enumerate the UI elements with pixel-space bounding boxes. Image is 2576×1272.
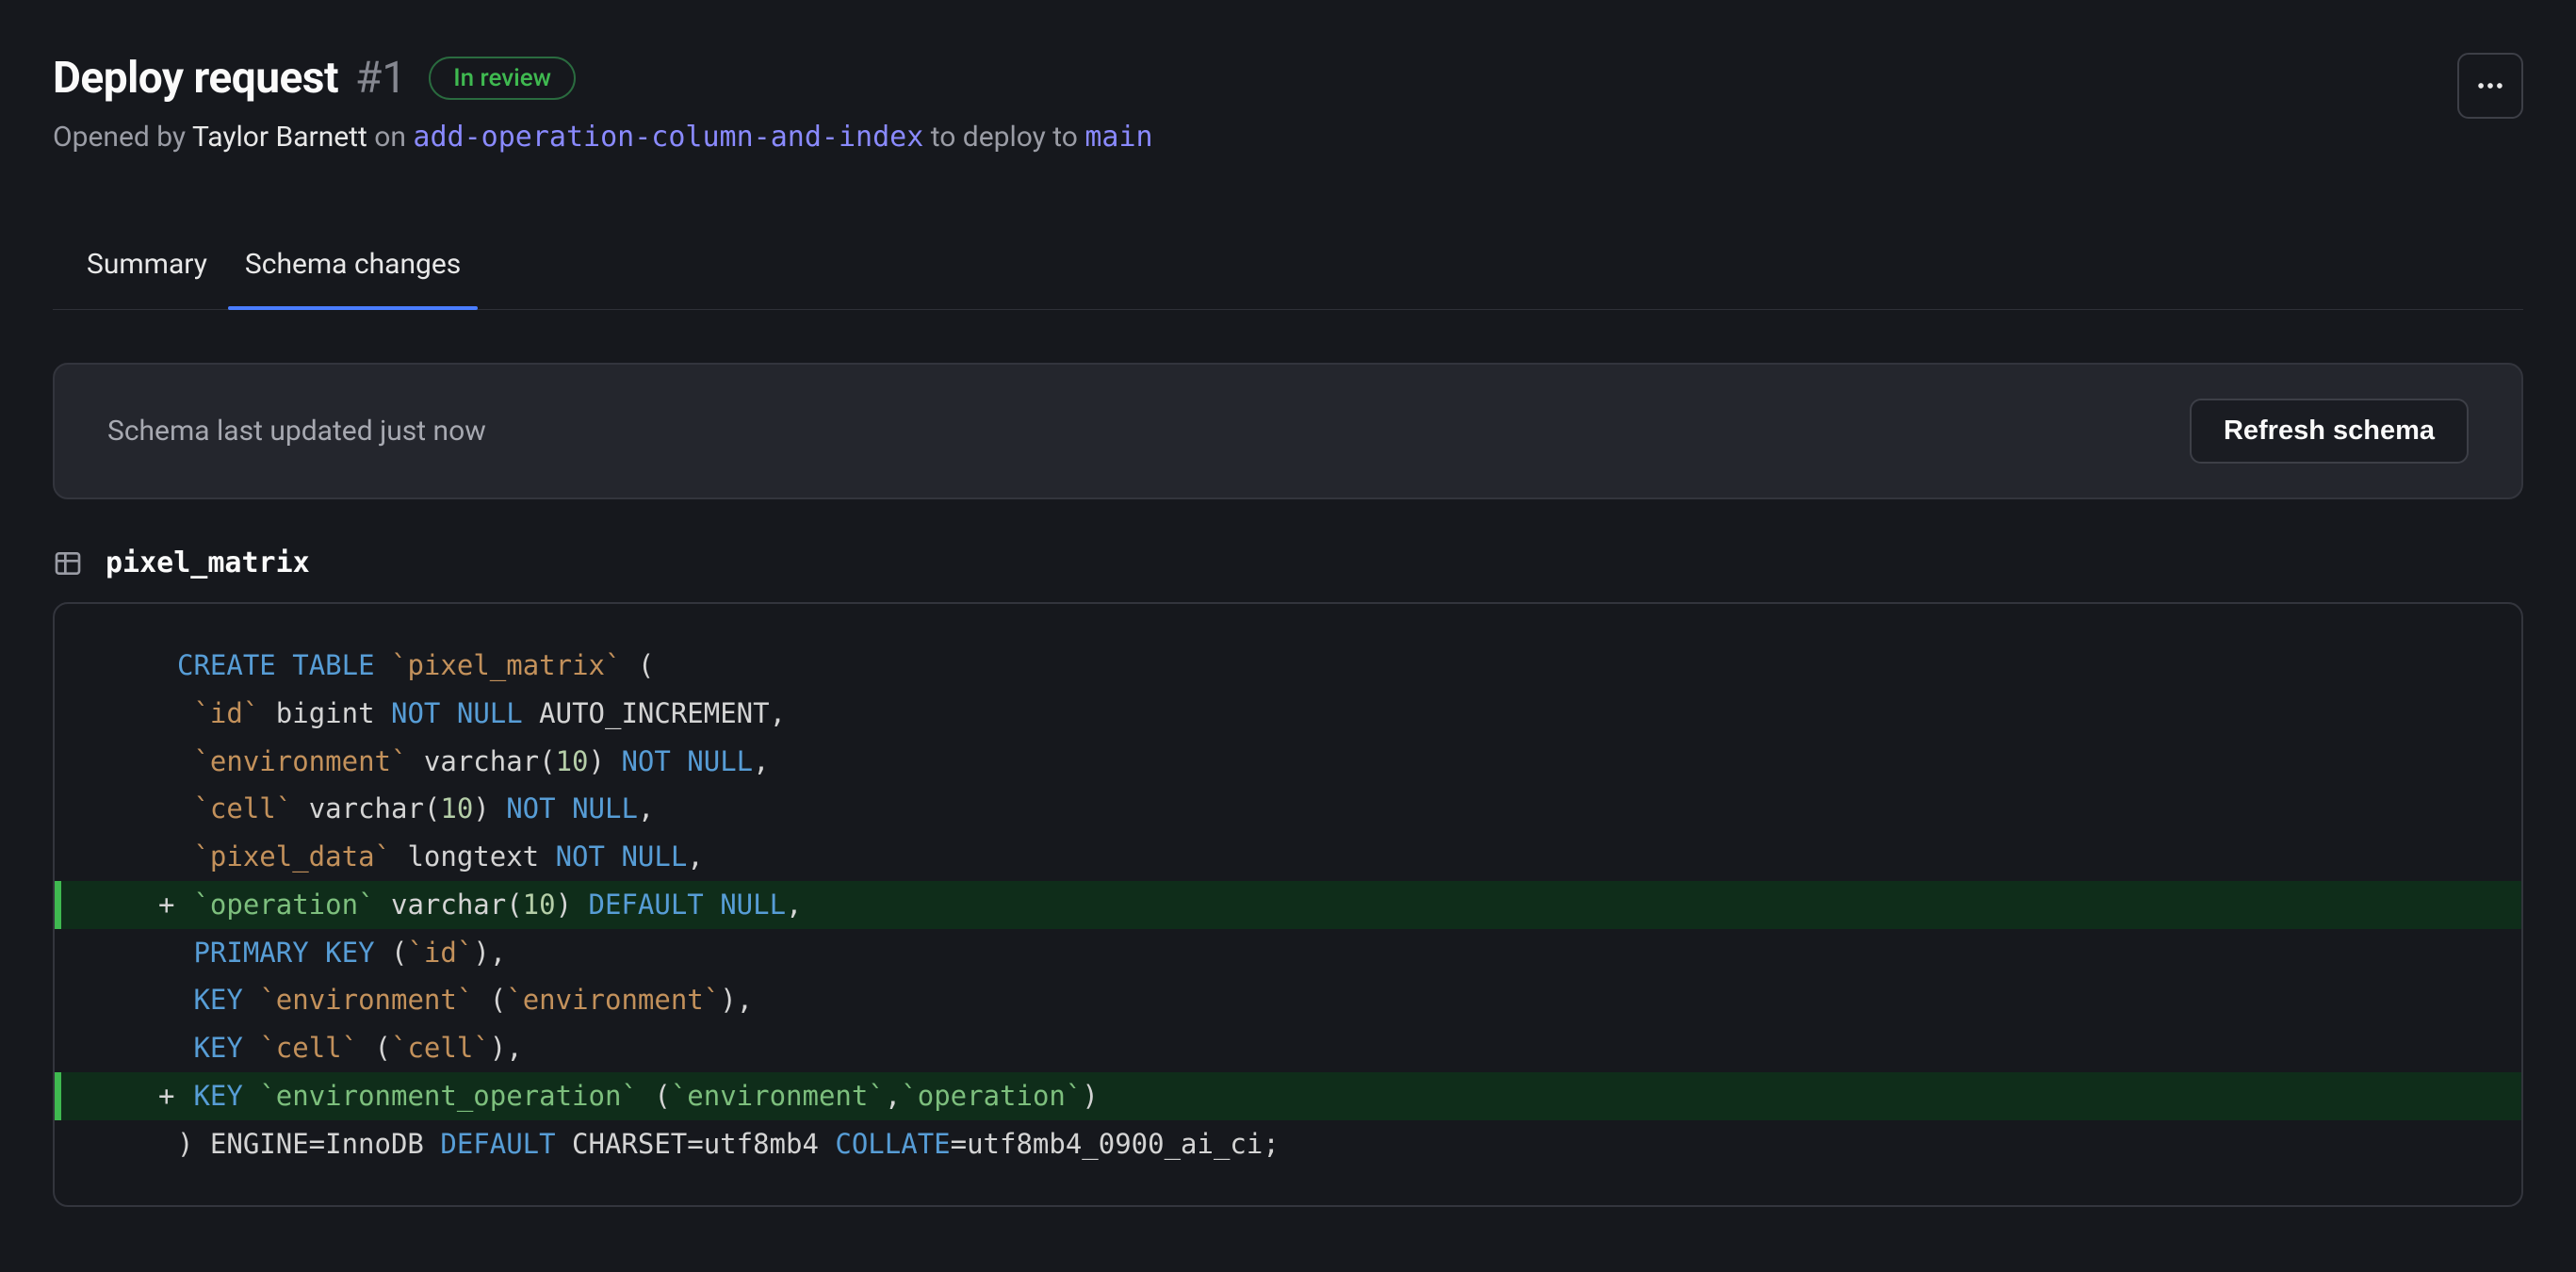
refresh-schema-button[interactable]: Refresh schema	[2190, 399, 2469, 464]
page-title: Deploy request	[53, 53, 338, 104]
code-line: KEY `environment` (`environment`),	[55, 976, 2521, 1024]
schema-diff-code-block: CREATE TABLE `pixel_matrix` ( `id` bigin…	[53, 602, 2523, 1207]
code-line: + KEY `environment_operation` (`environm…	[55, 1072, 2521, 1120]
code-line: ) ENGINE=InnoDB DEFAULT CHARSET=utf8mb4 …	[55, 1120, 2521, 1168]
tab-schema-changes[interactable]: Schema changes	[245, 248, 461, 309]
table-name: pixel_matrix	[106, 546, 310, 579]
diff-added-marker: +	[158, 1072, 174, 1120]
code-line: KEY `cell` (`cell`),	[55, 1024, 2521, 1072]
tabs: Summary Schema changes	[53, 248, 2523, 310]
table-icon	[53, 548, 83, 579]
author-name: Taylor Barnett	[192, 121, 367, 154]
code-line: `pixel_data` longtext NOT NULL,	[55, 833, 2521, 881]
code-line: CREATE TABLE `pixel_matrix` (	[55, 642, 2521, 690]
tab-summary[interactable]: Summary	[87, 248, 207, 309]
diff-added-marker: +	[158, 881, 174, 929]
on-label: on	[374, 121, 406, 154]
code-line: PRIMARY KEY (`id`),	[55, 929, 2521, 977]
subtitle: Opened by Taylor Barnett on add-operatio…	[53, 121, 1153, 154]
schema-update-bar: Schema last updated just now Refresh sch…	[53, 363, 2523, 499]
deploy-request-number: #1	[355, 53, 406, 104]
more-actions-button[interactable]	[2457, 53, 2523, 119]
schema-last-updated-text: Schema last updated just now	[107, 415, 486, 448]
target-branch-link[interactable]: main	[1084, 121, 1152, 154]
code-line: `id` bigint NOT NULL AUTO_INCREMENT,	[55, 690, 2521, 738]
to-deploy-to-label: to deploy to	[931, 121, 1078, 154]
more-horizontal-icon	[2474, 70, 2506, 102]
status-badge: In review	[429, 57, 576, 100]
code-line: `cell` varchar(10) NOT NULL,	[55, 785, 2521, 833]
opened-by-label: Opened by	[53, 121, 186, 154]
code-line: `environment` varchar(10) NOT NULL,	[55, 738, 2521, 786]
code-line: + `operation` varchar(10) DEFAULT NULL,	[55, 881, 2521, 929]
source-branch-link[interactable]: add-operation-column-and-index	[413, 121, 923, 154]
